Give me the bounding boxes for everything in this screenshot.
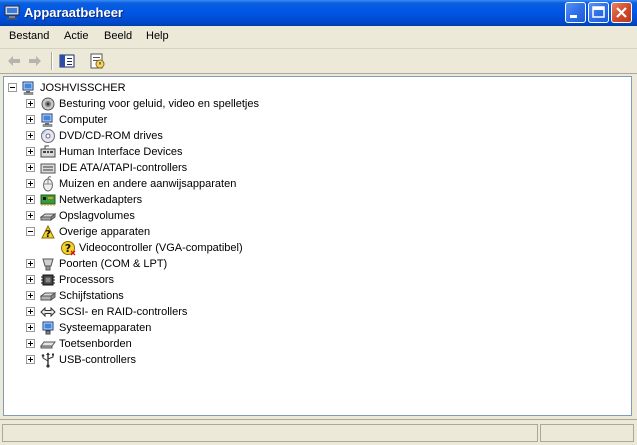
- expand-icon[interactable]: [26, 211, 35, 220]
- device-manager-icon: [4, 5, 20, 20]
- tree-item-label: IDE ATA/ATAPI-controllers: [59, 162, 188, 174]
- tree-item[interactable]: Systeemapparaten: [4, 320, 624, 336]
- expand-icon[interactable]: [26, 307, 35, 316]
- tree-item-label: Human Interface Devices: [59, 146, 183, 158]
- properties-icon[interactable]: [88, 52, 106, 70]
- expand-icon[interactable]: [26, 115, 35, 124]
- tree-item-label: Besturing voor geluid, video en spelletj…: [59, 98, 259, 110]
- scsi-icon: [40, 304, 56, 320]
- close-icon: [616, 7, 627, 18]
- expand-icon[interactable]: [26, 179, 35, 188]
- svg-text:?: ?: [65, 242, 71, 255]
- status-bar: [0, 419, 637, 445]
- tree-item[interactable]: Computer: [4, 112, 624, 128]
- menu-actie[interactable]: Actie: [64, 30, 88, 42]
- tree-item[interactable]: IDE ATA/ATAPI-controllers: [4, 160, 624, 176]
- toolbar: [0, 49, 637, 74]
- tree-item[interactable]: DVD/CD-ROM drives: [4, 128, 624, 144]
- device-manager-window: Apparaatbeheer Bestand Actie Beeld Help: [0, 0, 637, 445]
- tree-item-label: JOSHVISSCHER: [40, 82, 126, 94]
- tree-item-label: Overige apparaten: [59, 226, 151, 238]
- tree-item-label: Processors: [59, 274, 115, 286]
- maximize-icon: [592, 6, 605, 18]
- tree-item-label: Videocontroller (VGA-compatibel): [79, 242, 243, 254]
- expand-icon[interactable]: [26, 131, 35, 140]
- tree-item[interactable]: Besturing voor geluid, video en spelletj…: [4, 96, 624, 112]
- tree-item-label: Muizen en andere aanwijsapparaten: [59, 178, 237, 190]
- tree-item-label: Opslagvolumes: [59, 210, 135, 222]
- tree-item[interactable]: Schijfstations: [4, 288, 624, 304]
- unknown-device-icon: ?: [40, 224, 56, 240]
- system-device-icon: [40, 320, 56, 336]
- expand-icon[interactable]: [26, 195, 35, 204]
- status-panel-secondary: [540, 424, 634, 442]
- ide-controller-icon: [40, 160, 56, 176]
- port-icon: [40, 256, 56, 272]
- storage-volume-icon: [39, 208, 57, 224]
- sound-icon: [40, 96, 56, 112]
- minimize-button[interactable]: [565, 2, 586, 23]
- tree-child-item[interactable]: ? Videocontroller (VGA-compatibel): [4, 240, 624, 256]
- window-title: Apparaatbeheer: [24, 5, 123, 20]
- maximize-button[interactable]: [588, 2, 609, 23]
- tree-item[interactable]: USB-controllers: [4, 352, 624, 368]
- expand-icon[interactable]: [26, 275, 35, 284]
- menu-beeld[interactable]: Beeld: [104, 30, 132, 42]
- tree-item[interactable]: Opslagvolumes: [4, 208, 624, 224]
- svg-text:?: ?: [45, 229, 51, 240]
- device-tree[interactable]: JOSHVISSCHER Besturing voor geluid, video…: [3, 76, 632, 416]
- keyboard-icon: [40, 336, 56, 352]
- tree-item-label: Computer: [59, 114, 108, 126]
- expand-icon[interactable]: [26, 163, 35, 172]
- expand-icon[interactable]: [26, 291, 35, 300]
- disk-drive-icon: [39, 288, 57, 304]
- hid-icon: [40, 144, 56, 160]
- back-arrow-icon[interactable]: [5, 52, 23, 70]
- processor-icon: [40, 272, 56, 288]
- usb-icon: [40, 352, 56, 368]
- mouse-icon: [40, 176, 56, 192]
- tree-item-label: Poorten (COM & LPT): [59, 258, 168, 270]
- title-bar[interactable]: Apparaatbeheer: [0, 0, 637, 26]
- tree-item[interactable]: SCSI- en RAID-controllers: [4, 304, 624, 320]
- expand-icon[interactable]: [26, 355, 35, 364]
- expand-icon[interactable]: [26, 147, 35, 156]
- tree-item-label: DVD/CD-ROM drives: [59, 130, 163, 142]
- status-panel-main: [2, 424, 538, 442]
- tree-item-label: Toetsenborden: [59, 338, 132, 350]
- tree-root-computer[interactable]: JOSHVISSCHER: [4, 80, 624, 96]
- tree-item[interactable]: Netwerkadapters: [4, 192, 624, 208]
- collapse-icon[interactable]: [26, 227, 35, 236]
- expand-icon[interactable]: [26, 339, 35, 348]
- tree-item-label: Schijfstations: [59, 290, 124, 302]
- show-hide-console-tree-icon[interactable]: [58, 52, 76, 70]
- tree-item-label: SCSI- en RAID-controllers: [59, 306, 188, 318]
- tree-item[interactable]: ? Overige apparaten: [4, 224, 624, 240]
- warning-device-icon: ?: [60, 240, 76, 256]
- computer-icon: [40, 112, 56, 128]
- tree-item-label: Netwerkadapters: [59, 194, 143, 206]
- tree-item[interactable]: Poorten (COM & LPT): [4, 256, 624, 272]
- menu-help[interactable]: Help: [146, 30, 169, 42]
- tree-item[interactable]: Human Interface Devices: [4, 144, 624, 160]
- tree-item-label: USB-controllers: [59, 354, 137, 366]
- menu-bestand[interactable]: Bestand: [9, 30, 49, 42]
- cdrom-icon: [40, 128, 56, 144]
- expand-icon[interactable]: [26, 99, 35, 108]
- expand-icon[interactable]: [26, 259, 35, 268]
- computer-icon: [21, 80, 37, 96]
- collapse-icon[interactable]: [8, 83, 17, 92]
- menu-bar: Bestand Actie Beeld Help: [0, 26, 637, 49]
- tree-item[interactable]: Processors: [4, 272, 624, 288]
- tree-item[interactable]: Toetsenborden: [4, 336, 624, 352]
- minimize-icon: [570, 15, 577, 18]
- forward-arrow-icon[interactable]: [26, 52, 44, 70]
- close-button[interactable]: [611, 2, 632, 23]
- tree-item[interactable]: Muizen en andere aanwijsapparaten: [4, 176, 624, 192]
- network-adapter-icon: [40, 192, 56, 208]
- tree-item-label: Systeemapparaten: [59, 322, 152, 334]
- toolbar-separator: [51, 52, 53, 70]
- expand-icon[interactable]: [26, 323, 35, 332]
